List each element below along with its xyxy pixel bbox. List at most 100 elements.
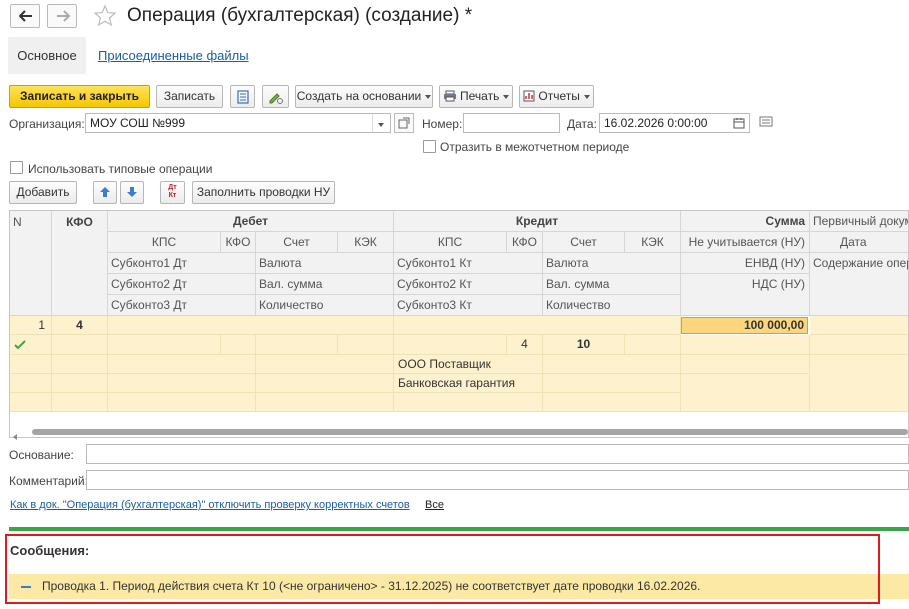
cell-kt-cur-sum[interactable] (543, 374, 681, 393)
col-header-dt-kfo[interactable]: КФО (221, 232, 256, 253)
cell-kt-account[interactable]: 10 (543, 335, 625, 355)
col-header-envd[interactable]: ЕНВД (НУ) (681, 253, 810, 274)
cell-dt-kfo[interactable] (221, 335, 256, 355)
col-header-kt-kfo[interactable]: КФО (507, 232, 543, 253)
cell-empty[interactable] (52, 393, 108, 412)
cell-sub3-kt[interactable] (394, 393, 543, 412)
cell-dt-currency[interactable] (256, 355, 394, 374)
org-dropdown-button[interactable] (372, 114, 390, 132)
col-header-kt-kek[interactable]: КЭК (625, 232, 681, 253)
basis-field[interactable] (86, 444, 909, 464)
favorite-star-icon[interactable] (93, 4, 117, 31)
cell-sum[interactable]: 100 000,00 (681, 317, 808, 334)
reports-dropdown[interactable]: Отчеты (519, 85, 594, 108)
cell-dt-account[interactable] (256, 335, 338, 355)
all-link[interactable]: Все (425, 499, 444, 511)
cell-empty[interactable] (52, 374, 108, 393)
cell-dt-kps[interactable] (108, 335, 221, 355)
org-open-button[interactable] (394, 113, 414, 133)
cell-n[interactable]: 1 (10, 316, 52, 335)
col-header-sum[interactable]: Сумма (681, 211, 810, 232)
create-based-on-dropdown[interactable]: Создать на основании (295, 85, 433, 108)
disable-check-link[interactable]: Как в док. "Операция (бухгалтерская)" от… (10, 499, 410, 511)
cell-kt-kek[interactable] (625, 335, 681, 355)
date-field[interactable]: 16.02.2026 0:00:00 (599, 113, 750, 133)
col-header-debit[interactable]: Дебет (108, 211, 394, 232)
comment-icon[interactable] (759, 116, 773, 130)
cell-dt-cur-sum[interactable] (256, 374, 394, 393)
number-field[interactable] (463, 113, 560, 133)
save-button[interactable]: Записать (156, 85, 223, 108)
cell-sub1-kt[interactable]: ООО Поставщик (394, 355, 543, 374)
cell-envd[interactable] (681, 355, 810, 374)
cell-kt-kps[interactable] (394, 335, 507, 355)
calendar-button[interactable] (731, 115, 748, 131)
move-up-button[interactable] (93, 181, 117, 204)
col-header-sub1-kt[interactable]: Субконто1 Кт (394, 253, 543, 274)
col-header-sub3-dt[interactable]: Субконто3 Дт (108, 295, 256, 316)
add-row-button[interactable]: Добавить (9, 181, 77, 204)
arrow-down-icon (127, 187, 137, 197)
cell-kt-line1[interactable] (394, 316, 681, 335)
col-header-dt-account[interactable]: Счет (256, 232, 338, 253)
col-header-sub1-dt[interactable]: Субконто1 Дт (108, 253, 256, 274)
cell-dt-quantity[interactable] (256, 393, 394, 412)
col-header-sub3-kt[interactable]: Субконто3 Кт (394, 295, 543, 316)
move-down-button[interactable] (120, 181, 144, 204)
cell-dt-kek[interactable] (338, 335, 394, 355)
col-header-dt-cur-sum[interactable]: Вал. сумма (256, 274, 394, 295)
col-header-kfo[interactable]: КФО (52, 211, 108, 316)
organization-field[interactable]: МОУ СОШ №999 (85, 113, 391, 133)
col-header-kt-currency[interactable]: Валюта (543, 253, 681, 274)
cell-kt-currency[interactable] (543, 355, 681, 374)
col-header-dt-currency[interactable]: Валюта (256, 253, 394, 274)
dt-kt-button[interactable]: Дт Кт (160, 181, 185, 204)
cell-kt-quantity[interactable] (543, 393, 681, 412)
scrollbar-thumb[interactable] (32, 429, 908, 435)
cell-kt-kfo[interactable]: 4 (507, 335, 543, 355)
col-header-sub2-kt[interactable]: Субконто2 Кт (394, 274, 543, 295)
edit-button[interactable] (262, 85, 289, 108)
cell-vat[interactable] (681, 374, 810, 412)
col-header-kt-cur-sum[interactable]: Вал. сумма (543, 274, 681, 295)
cell-date[interactable] (810, 335, 908, 355)
cell-empty[interactable] (52, 355, 108, 374)
fill-nu-button[interactable]: Заполнить проводки НУ (192, 181, 335, 204)
cell-dt-line1[interactable] (108, 316, 394, 335)
col-header-primary-doc[interactable]: Первичный докуме (810, 211, 908, 232)
cell-not-counted[interactable] (681, 335, 810, 355)
horizontal-scrollbar[interactable] (10, 429, 908, 440)
cell-sub2-kt[interactable]: Банковская гарантия (394, 374, 543, 393)
save-and-close-button[interactable]: Записать и закрыть (9, 85, 150, 108)
col-header-kt-account[interactable]: Счет (543, 232, 625, 253)
back-button[interactable] (10, 4, 40, 28)
cell-sub2-dt[interactable] (108, 374, 256, 393)
cell-kfo[interactable]: 4 (52, 316, 108, 335)
forward-button[interactable] (47, 4, 77, 28)
cell-primary-doc[interactable] (810, 316, 908, 335)
col-header-kt-kps[interactable]: КПС (394, 232, 507, 253)
col-header-not-counted[interactable]: Не учитывается (НУ) (681, 232, 810, 253)
typical-ops-checkbox[interactable] (10, 161, 23, 174)
col-header-n[interactable]: N (10, 211, 52, 316)
col-header-sub2-dt[interactable]: Субконто2 Дт (108, 274, 256, 295)
col-header-credit[interactable]: Кредит (394, 211, 681, 232)
print-dropdown[interactable]: Печать (439, 85, 513, 108)
col-header-dt-quantity[interactable]: Количество (256, 295, 394, 316)
col-header-dt-kps[interactable]: КПС (108, 232, 221, 253)
list-view-button[interactable] (230, 85, 255, 108)
tab-main[interactable]: Основное (8, 37, 86, 74)
scroll-left-icon[interactable] (12, 429, 18, 443)
interperiod-checkbox[interactable] (423, 140, 436, 153)
col-header-content[interactable]: Содержание опера (810, 253, 908, 316)
col-header-vat[interactable]: НДС (НУ) (681, 274, 810, 316)
cell-sub1-dt[interactable] (108, 355, 256, 374)
comment-field[interactable] (86, 470, 909, 490)
cell-content[interactable] (810, 355, 908, 412)
col-header-dt-kek[interactable]: КЭК (338, 232, 394, 253)
col-header-kt-quantity[interactable]: Количество (543, 295, 681, 316)
col-header-date[interactable]: Дата (810, 232, 908, 253)
cell-empty[interactable] (52, 335, 108, 355)
tab-attachments[interactable]: Присоединенные файлы (98, 48, 249, 63)
cell-sub3-dt[interactable] (108, 393, 256, 412)
